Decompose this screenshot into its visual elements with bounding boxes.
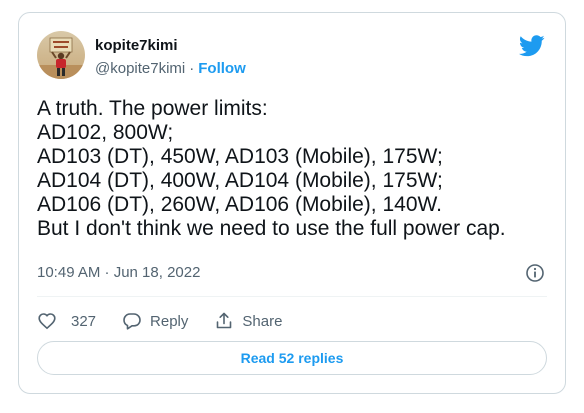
- handle-separator: ·: [189, 60, 195, 77]
- avatar-image: [37, 31, 85, 79]
- tweet-actions: 327 Reply Share: [37, 310, 308, 332]
- share-label: Share: [242, 312, 283, 330]
- share-icon: [217, 312, 232, 329]
- tweet-text-line: AD103 (DT), 450W, AD103 (Mobile), 175W;: [37, 145, 443, 168]
- author-handle-row: @kopite7kimi · Follow: [95, 60, 246, 77]
- twitter-bird-icon[interactable]: [519, 35, 545, 57]
- tweet-text-line: A truth. The power limits:: [37, 97, 268, 120]
- author-display-name[interactable]: kopite7kimi: [95, 37, 178, 54]
- tweet-text-line: But I don't think we need to use the ful…: [37, 217, 506, 240]
- info-circle-icon[interactable]: [525, 263, 545, 283]
- author-handle[interactable]: @kopite7kimi: [95, 60, 185, 77]
- reply-bubble-icon: [123, 313, 141, 330]
- follow-button[interactable]: Follow: [198, 60, 246, 77]
- tweet-timestamp[interactable]: 10:49 AM · Jun 18, 2022: [37, 264, 200, 281]
- read-replies-button[interactable]: Read 52 replies: [37, 341, 547, 375]
- share-button[interactable]: Share: [214, 311, 282, 331]
- tweet-text-line: AD102, 800W;: [37, 121, 174, 144]
- heart-icon: [38, 313, 56, 330]
- tweet-text-line: AD104 (DT), 400W, AD104 (Mobile), 175W;: [37, 169, 443, 192]
- tweet-text: A truth. The power limits: AD102, 800W; …: [37, 97, 557, 241]
- like-count: 327: [71, 312, 97, 330]
- divider: [37, 296, 547, 297]
- tweet-text-line: AD106 (DT), 260W, AD106 (Mobile), 140W.: [37, 193, 442, 216]
- reply-label: Reply: [150, 312, 189, 330]
- reply-button[interactable]: Reply: [122, 311, 188, 331]
- like-button[interactable]: 327: [37, 311, 96, 331]
- author-avatar[interactable]: [37, 31, 85, 79]
- tweet-card: kopite7kimi @kopite7kimi · Follow A truth.…: [18, 12, 566, 394]
